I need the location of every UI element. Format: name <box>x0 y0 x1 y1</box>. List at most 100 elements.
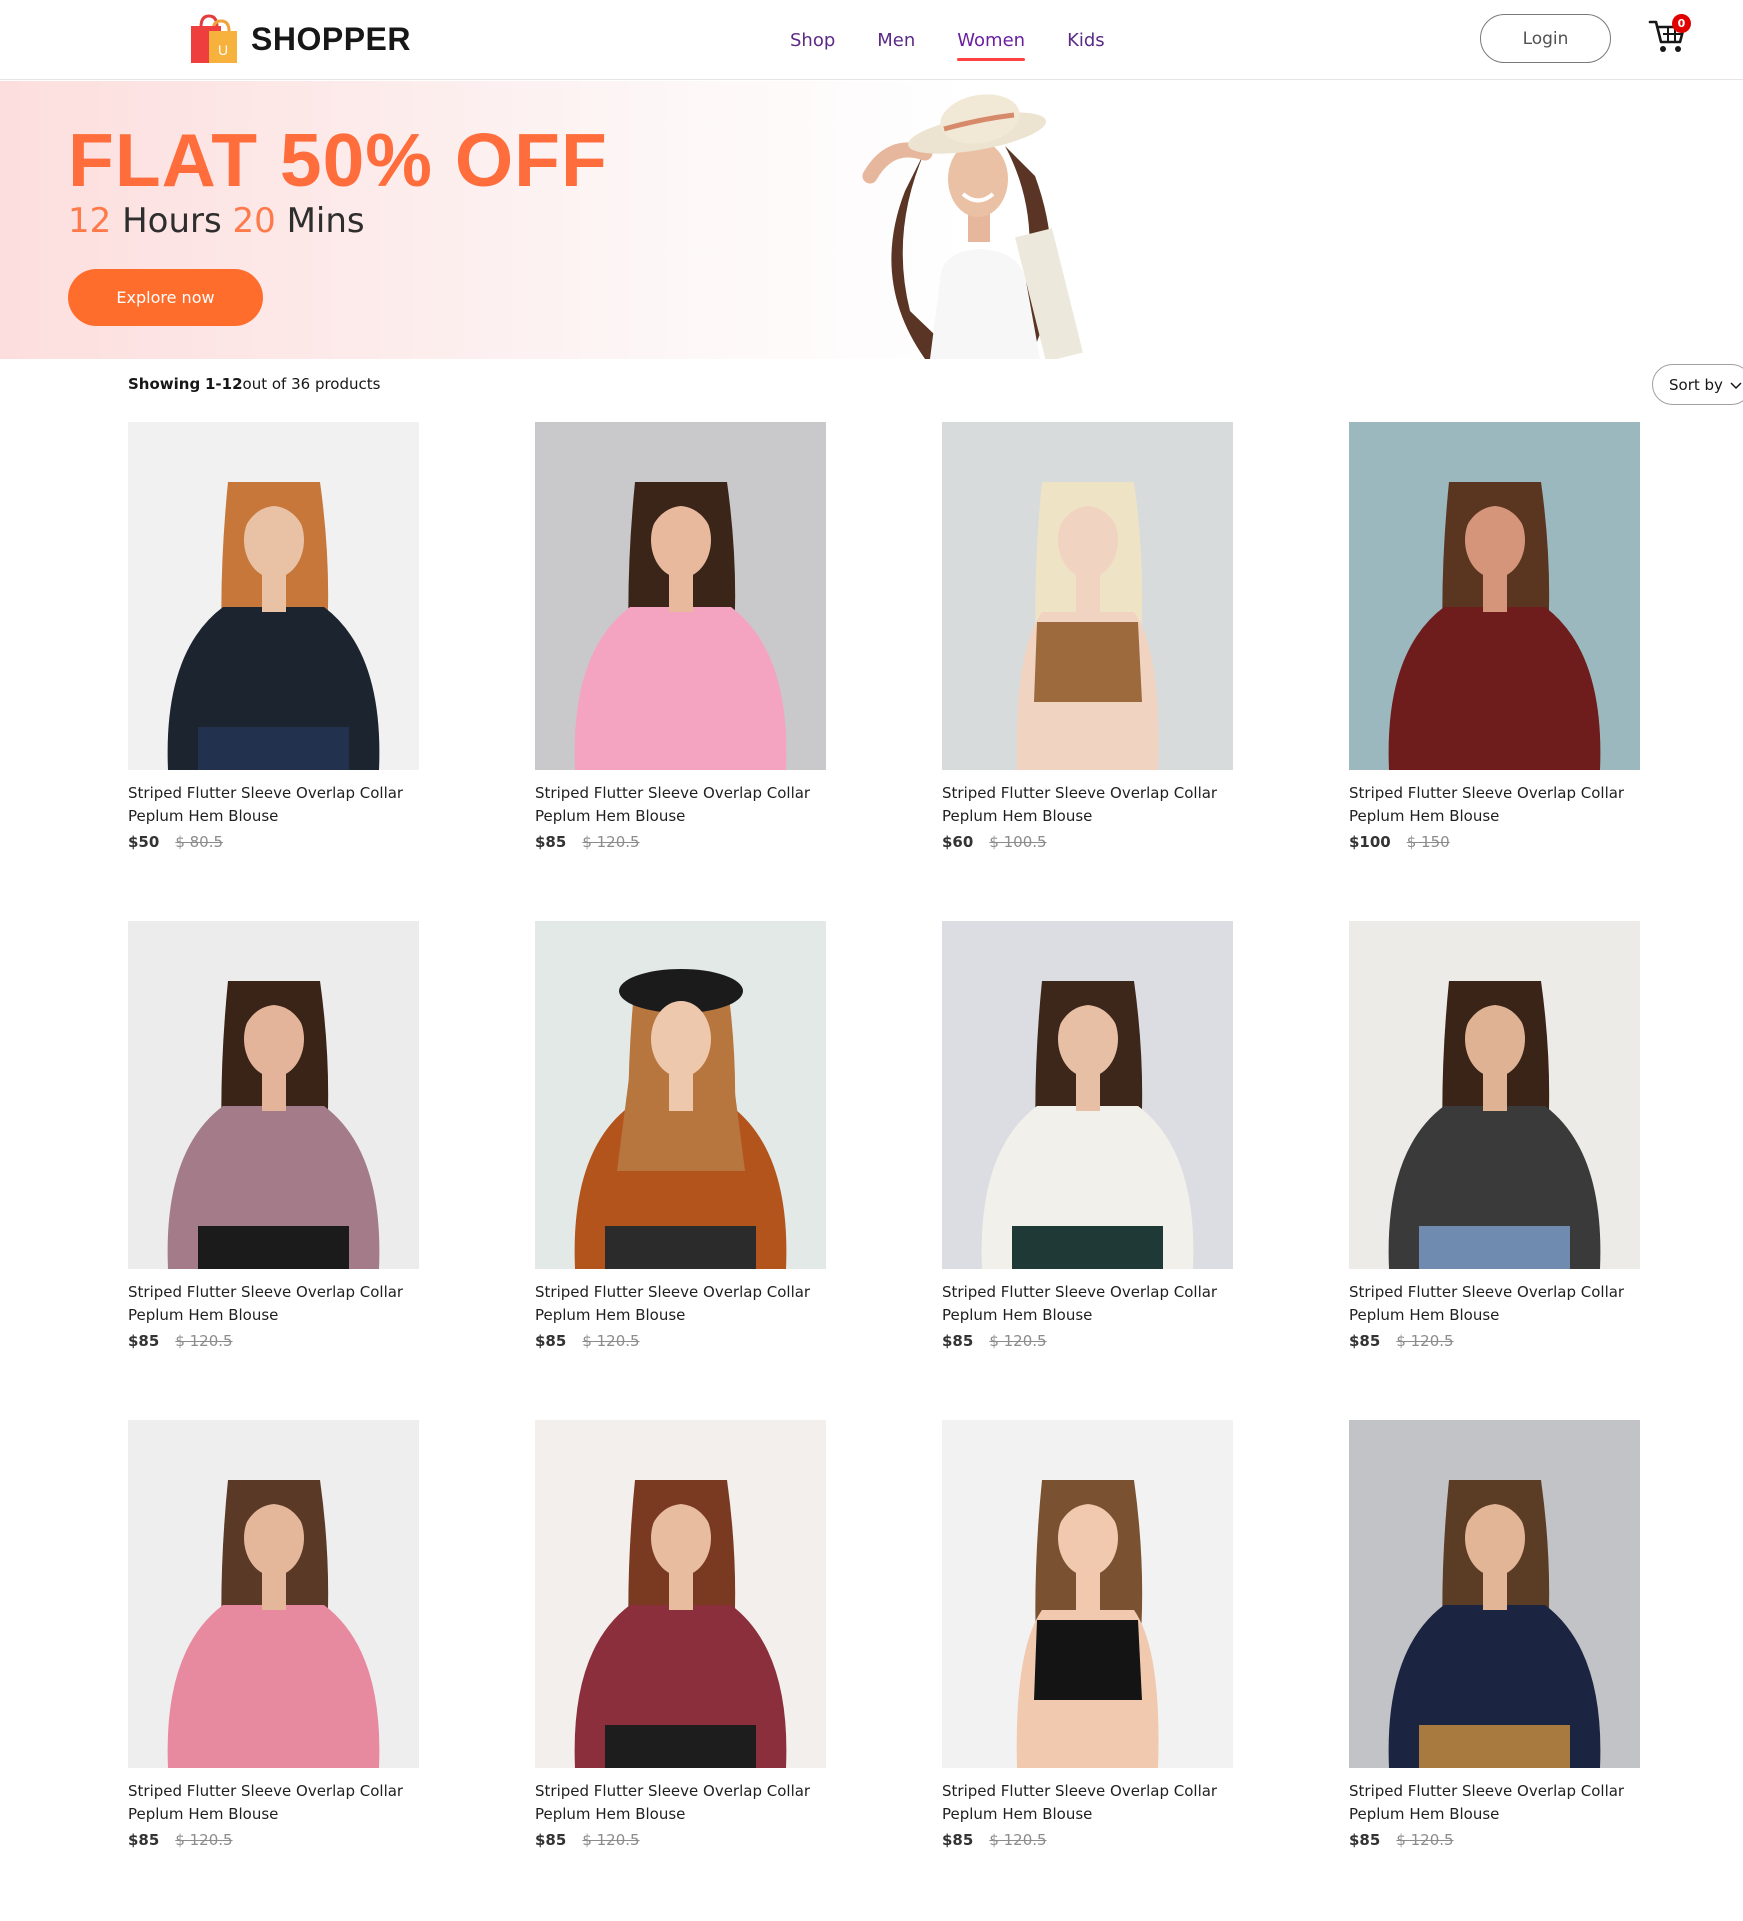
product-card[interactable]: Striped Flutter Sleeve Overlap Collar Pe… <box>942 1420 1233 1850</box>
product-new-price: $85 <box>1349 1332 1381 1350</box>
showing-range-suffix: out of 36 products <box>242 375 381 393</box>
product-prices: $85 $ 120.5 <box>535 833 826 851</box>
timer-mins: 20 <box>232 201 276 241</box>
product-old-price: $ 120.5 <box>175 1332 233 1350</box>
product-old-price: $ 120.5 <box>582 833 640 851</box>
product-image[interactable] <box>942 422 1233 770</box>
nav-item-women[interactable]: Women <box>957 30 1025 61</box>
product-prices: $85 $ 120.5 <box>942 1831 1233 1849</box>
product-name: Striped Flutter Sleeve Overlap Collar Pe… <box>1349 1782 1625 1823</box>
product-card[interactable]: Striped Flutter Sleeve Overlap Collar Pe… <box>535 921 826 1351</box>
timer-mins-label: Mins <box>286 201 365 241</box>
product-new-price: $85 <box>1349 1831 1381 1849</box>
main-nav: Shop Men Women Kids <box>790 0 1105 80</box>
product-name: Striped Flutter Sleeve Overlap Collar Pe… <box>1349 1283 1625 1324</box>
results-count: Showing 1-12out of 36 products <box>128 375 380 393</box>
hero-banner: FLAT 50% OFF 12 Hours 20 Mins Explore no… <box>0 81 1743 359</box>
product-prices: $85 $ 120.5 <box>128 1332 419 1350</box>
sort-by-label: Sort by <box>1669 375 1723 394</box>
product-new-price: $50 <box>128 833 160 851</box>
product-prices: $85 $ 120.5 <box>942 1332 1233 1350</box>
product-card[interactable]: Striped Flutter Sleeve Overlap Collar Pe… <box>128 1420 419 1850</box>
product-new-price: $85 <box>942 1831 974 1849</box>
nav-item-kids[interactable]: Kids <box>1067 30 1105 51</box>
product-image[interactable] <box>1349 921 1640 1269</box>
showing-label: Showing <box>128 375 201 393</box>
product-card[interactable]: Striped Flutter Sleeve Overlap Collar Pe… <box>535 422 826 852</box>
showing-range: 1-12 <box>204 375 243 393</box>
product-old-price: $ 120.5 <box>1396 1332 1454 1350</box>
product-prices: $85 $ 120.5 <box>1349 1332 1640 1350</box>
product-card[interactable]: Striped Flutter Sleeve Overlap Collar Pe… <box>128 921 419 1351</box>
product-prices: $85 $ 120.5 <box>128 1831 419 1849</box>
nav-item-shop[interactable]: Shop <box>790 30 835 51</box>
product-name: Striped Flutter Sleeve Overlap Collar Pe… <box>535 784 811 825</box>
hero-model-image <box>862 94 1083 359</box>
product-new-price: $85 <box>535 833 567 851</box>
product-image[interactable] <box>1349 1420 1640 1768</box>
product-image[interactable] <box>535 422 826 770</box>
sort-by-dropdown[interactable]: Sort by <box>1652 364 1743 405</box>
logo[interactable]: U SHOPPER <box>187 13 411 65</box>
product-image[interactable] <box>535 1420 826 1768</box>
product-prices: $50 $ 80.5 <box>128 833 419 851</box>
product-card[interactable]: Striped Flutter Sleeve Overlap Collar Pe… <box>1349 921 1640 1351</box>
product-old-price: $ 120.5 <box>582 1332 640 1350</box>
product-old-price: $ 120.5 <box>582 1831 640 1849</box>
product-card[interactable]: Striped Flutter Sleeve Overlap Collar Pe… <box>128 422 419 852</box>
product-card[interactable]: Striped Flutter Sleeve Overlap Collar Pe… <box>535 1420 826 1850</box>
hero-countdown: 12 Hours 20 Mins <box>68 201 365 241</box>
product-card[interactable]: Striped Flutter Sleeve Overlap Collar Pe… <box>1349 1420 1640 1850</box>
product-image[interactable] <box>128 921 419 1269</box>
timer-hours-label: Hours <box>122 201 222 241</box>
product-prices: $85 $ 120.5 <box>1349 1831 1640 1849</box>
product-name: Striped Flutter Sleeve Overlap Collar Pe… <box>535 1782 811 1823</box>
product-card[interactable]: Striped Flutter Sleeve Overlap Collar Pe… <box>942 921 1233 1351</box>
product-image[interactable] <box>128 1420 419 1768</box>
product-new-price: $85 <box>535 1332 567 1350</box>
product-image[interactable] <box>535 921 826 1269</box>
product-new-price: $85 <box>128 1831 160 1849</box>
login-button[interactable]: Login <box>1480 14 1611 63</box>
product-image[interactable] <box>1349 422 1640 770</box>
product-name: Striped Flutter Sleeve Overlap Collar Pe… <box>535 1283 811 1324</box>
product-name: Striped Flutter Sleeve Overlap Collar Pe… <box>1349 784 1625 825</box>
product-new-price: $60 <box>942 833 974 851</box>
product-card[interactable]: Striped Flutter Sleeve Overlap Collar Pe… <box>1349 422 1640 852</box>
hero-title: FLAT 50% OFF <box>68 118 608 202</box>
nav-item-men[interactable]: Men <box>877 30 915 51</box>
product-image[interactable] <box>942 1420 1233 1768</box>
product-old-price: $ 150 <box>1406 833 1450 851</box>
product-prices: $85 $ 120.5 <box>535 1831 826 1849</box>
product-prices: $100 $ 150 <box>1349 833 1640 851</box>
product-old-price: $ 120.5 <box>989 1332 1047 1350</box>
product-image[interactable] <box>942 921 1233 1269</box>
logo-letter: U <box>218 42 228 58</box>
product-grid: Striped Flutter Sleeve Overlap Collar Pe… <box>128 422 1640 1850</box>
cart-count-badge: 0 <box>1672 14 1691 33</box>
product-name: Striped Flutter Sleeve Overlap Collar Pe… <box>128 1283 404 1324</box>
product-card[interactable]: Striped Flutter Sleeve Overlap Collar Pe… <box>942 422 1233 852</box>
product-prices: $60 $ 100.5 <box>942 833 1233 851</box>
product-new-price: $85 <box>535 1831 567 1849</box>
product-new-price: $85 <box>942 1332 974 1350</box>
product-new-price: $100 <box>1349 833 1391 851</box>
product-name: Striped Flutter Sleeve Overlap Collar Pe… <box>128 1782 404 1823</box>
product-new-price: $85 <box>128 1332 160 1350</box>
product-name: Striped Flutter Sleeve Overlap Collar Pe… <box>128 784 404 825</box>
product-name: Striped Flutter Sleeve Overlap Collar Pe… <box>942 1782 1218 1823</box>
shopping-bag-icon: U <box>191 14 237 63</box>
chevron-down-icon <box>1730 382 1742 390</box>
brand-name: SHOPPER <box>251 20 411 57</box>
product-old-price: $ 120.5 <box>989 1831 1047 1849</box>
product-prices: $85 $ 120.5 <box>535 1332 826 1350</box>
product-old-price: $ 80.5 <box>175 833 224 851</box>
product-old-price: $ 120.5 <box>175 1831 233 1849</box>
product-image[interactable] <box>128 422 419 770</box>
navbar: U SHOPPER Shop Men Women Kids Login 0 <box>0 0 1743 80</box>
product-name: Striped Flutter Sleeve Overlap Collar Pe… <box>942 1283 1218 1324</box>
timer-hours: 12 <box>68 201 112 241</box>
product-old-price: $ 120.5 <box>1396 1831 1454 1849</box>
explore-now-button[interactable]: Explore now <box>68 269 263 326</box>
product-name: Striped Flutter Sleeve Overlap Collar Pe… <box>942 784 1218 825</box>
